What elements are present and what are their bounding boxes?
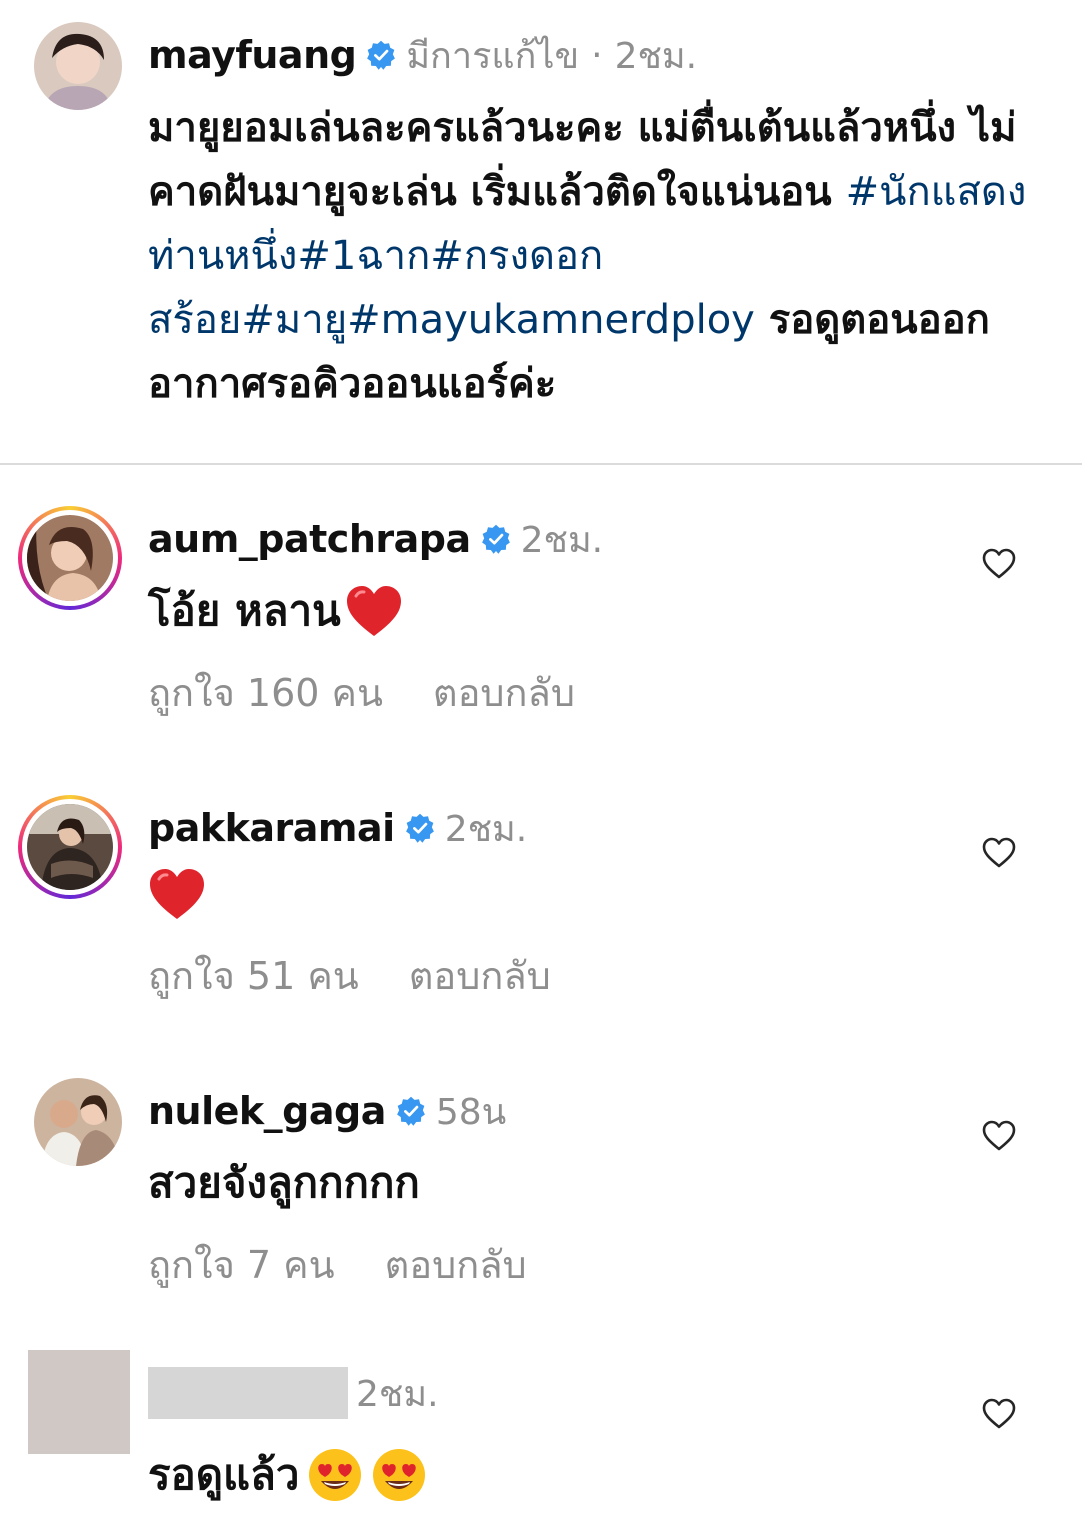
comment-time: 2ชม. (520, 519, 604, 561)
avatar-image (34, 1078, 122, 1166)
reply-button[interactable]: ตอบกลับ (385, 1234, 527, 1295)
red-heart-emoji (148, 867, 206, 921)
redacted-avatar (28, 1350, 130, 1454)
caption-header: mayfuang มีการแก้ไข · 2ชม. (148, 30, 697, 80)
post-caption: mayfuang มีการแก้ไข · 2ชม. มายูยอมเล่นละ… (0, 0, 1082, 464)
avatar[interactable] (34, 1078, 122, 1166)
heart-outline-icon[interactable] (982, 1398, 1016, 1430)
comment-text: โอ้ย หลาน (148, 586, 341, 635)
comment-header: pakkaramai 2ชม. (148, 803, 527, 853)
verified-badge-icon (366, 40, 396, 70)
heart-eyes-emoji (307, 1447, 363, 1503)
comment-time: 2ชม. (356, 1373, 439, 1415)
comment-header: aum_patchrapa 2ชม. (148, 514, 603, 564)
like-count[interactable]: ถูกใจ 7 คน (148, 1234, 335, 1295)
ring-inner (22, 510, 118, 606)
divider (0, 463, 1082, 465)
ring-inner (22, 799, 118, 895)
avatar (27, 515, 113, 601)
comment-time: 58น (435, 1091, 507, 1133)
caption-time: 2ชม. (614, 35, 698, 77)
reply-button[interactable]: ตอบกลับ (433, 662, 575, 723)
comment-header: 2ชม. (148, 1367, 439, 1419)
heart-outline-icon[interactable] (982, 1120, 1016, 1152)
comment-text-row: โอ้ย หลาน (148, 578, 403, 644)
comment-time: 2ชม. (444, 808, 528, 850)
like-count[interactable]: ถูกใจ 160 คน (148, 662, 383, 723)
avatar-image (34, 22, 122, 110)
comment-text-row: สวยจังลูกกกกก (148, 1150, 420, 1216)
avatar-image (27, 515, 113, 601)
heart-outline-icon[interactable] (982, 548, 1016, 580)
comment-item: pakkaramai 2ชม. ถูกใจ 51 คน ตอบกลับ (0, 795, 1082, 1025)
comment-item: nulek_gaga 58น สวยจังลูกกกกก ถูกใจ 7 คน … (0, 1078, 1082, 1308)
comment-header: nulek_gaga 58น (148, 1086, 506, 1136)
comment-text: สวยจังลูกกกกก (148, 1158, 420, 1207)
comment-item: aum_patchrapa 2ชม. โอ้ย หลาน ถูกใจ 160 ค… (0, 506, 1082, 736)
story-ring-avatar[interactable] (18, 795, 122, 899)
avatar (27, 804, 113, 890)
verified-badge-icon (405, 813, 435, 843)
caption-username[interactable]: mayfuang (148, 33, 357, 77)
comment-actions: ถูกใจ 7 คน ตอบกลับ (148, 1234, 527, 1295)
comment-text-row: รอดูแล้ว (148, 1442, 427, 1508)
edited-label: มีการแก้ไข (406, 35, 580, 77)
verified-badge-icon (396, 1096, 426, 1126)
avatar-image (27, 804, 113, 890)
red-heart-emoji (345, 584, 403, 638)
caption-body: มายูยอมเล่นละครแล้วนะคะ แม่ตื่นเต้นแล้วห… (148, 96, 1048, 416)
comment-username[interactable]: aum_patchrapa (148, 517, 471, 561)
comment-item: 2ชม. รอดูแล้ว (0, 1350, 1082, 1515)
redacted-username (148, 1367, 348, 1419)
reply-button[interactable]: ตอบกลับ (409, 945, 551, 1006)
comment-text-row (148, 867, 206, 921)
comment-actions: ถูกใจ 51 คน ตอบกลับ (148, 945, 551, 1006)
meta-separator: · (591, 34, 603, 76)
comment-text: รอดูแล้ว (148, 1450, 300, 1499)
like-count[interactable]: ถูกใจ 51 คน (148, 945, 359, 1006)
story-ring-avatar[interactable] (18, 506, 122, 610)
heart-outline-icon[interactable] (982, 837, 1016, 869)
caption-avatar[interactable] (34, 22, 122, 110)
verified-badge-icon (481, 524, 511, 554)
comment-username[interactable]: pakkaramai (148, 806, 395, 850)
comment-actions: ถูกใจ 160 คน ตอบกลับ (148, 662, 575, 723)
comment-username[interactable]: nulek_gaga (148, 1089, 386, 1133)
heart-eyes-emoji (371, 1447, 427, 1503)
